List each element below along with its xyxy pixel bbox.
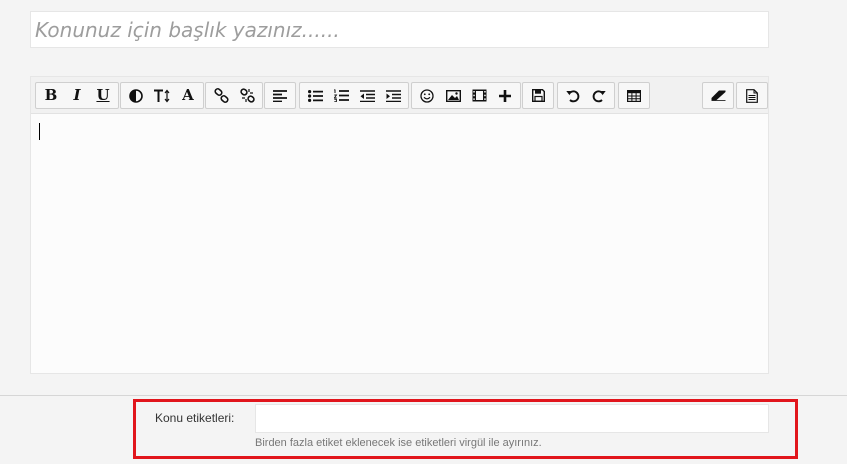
plus-icon [499,89,511,102]
bullet-list-icon [307,89,323,102]
plus-button[interactable] [492,83,518,108]
bold-icon: B [44,86,58,104]
eraser-button[interactable] [705,83,731,108]
source-icon [746,88,758,103]
save-button[interactable] [525,83,551,108]
font-family-button[interactable]: A [175,83,201,108]
redo-icon [592,89,606,102]
toolbar-group-clear [702,82,734,109]
underline-icon: U [96,86,110,104]
table-icon [627,89,641,102]
smiley-button[interactable] [414,83,440,108]
numbered-list-button[interactable] [328,83,354,108]
editor-toolbar: B I U A [31,77,768,114]
font-size-button[interactable] [149,83,175,108]
text-caret [39,123,40,140]
align-icon [273,89,287,102]
toolbar-group-history [557,82,615,109]
topic-tags-input[interactable] [255,404,769,433]
indent-button[interactable] [380,83,406,108]
topic-title-input[interactable] [30,11,769,48]
numbered-list-icon [333,89,349,102]
video-icon [472,89,486,102]
font-family-icon: A [182,86,194,104]
image-button[interactable] [440,83,466,108]
toolbar-group-align [264,82,296,109]
source-button[interactable] [739,83,765,108]
toolbar-group-source [736,82,768,109]
link-button[interactable] [208,83,234,108]
topic-tags-section: Konu etiketleri: Birden fazla etiket ekl… [0,395,847,464]
unlink-button[interactable] [234,83,260,108]
topic-tags-hint: Birden fazla etiket eklenecek ise etiket… [255,437,542,449]
video-button[interactable] [466,83,492,108]
italic-icon: I [73,86,81,104]
font-size-icon [154,89,170,102]
undo-icon [566,89,580,102]
smiley-icon [420,88,434,103]
editor-content-area[interactable] [31,114,768,373]
outdent-icon [359,89,375,102]
link-icon [213,88,229,103]
eraser-icon [711,90,725,101]
table-button[interactable] [621,83,647,108]
text-color-button[interactable] [123,83,149,108]
indent-icon [385,89,401,102]
toolbar-group-table [618,82,650,109]
rich-text-editor: B I U A [30,76,769,374]
save-icon [531,89,545,102]
unlink-icon [239,88,255,103]
toolbar-group-font: A [120,82,204,109]
redo-button[interactable] [586,83,612,108]
toolbar-group-lists [299,82,409,109]
toolbar-group-save [522,82,554,109]
topic-tags-label: Konu etiketleri: [155,411,235,425]
bullet-list-button[interactable] [302,83,328,108]
align-button[interactable] [267,83,293,108]
undo-button[interactable] [560,83,586,108]
outdent-button[interactable] [354,83,380,108]
toolbar-group-links [205,82,263,109]
toolbar-group-formatting: B I U [35,82,119,109]
underline-button[interactable]: U [90,83,116,108]
image-icon [445,89,461,102]
bold-button[interactable]: B [38,83,64,108]
toolbar-group-insert [411,82,521,109]
text-color-icon [129,88,143,103]
italic-button[interactable]: I [64,83,90,108]
